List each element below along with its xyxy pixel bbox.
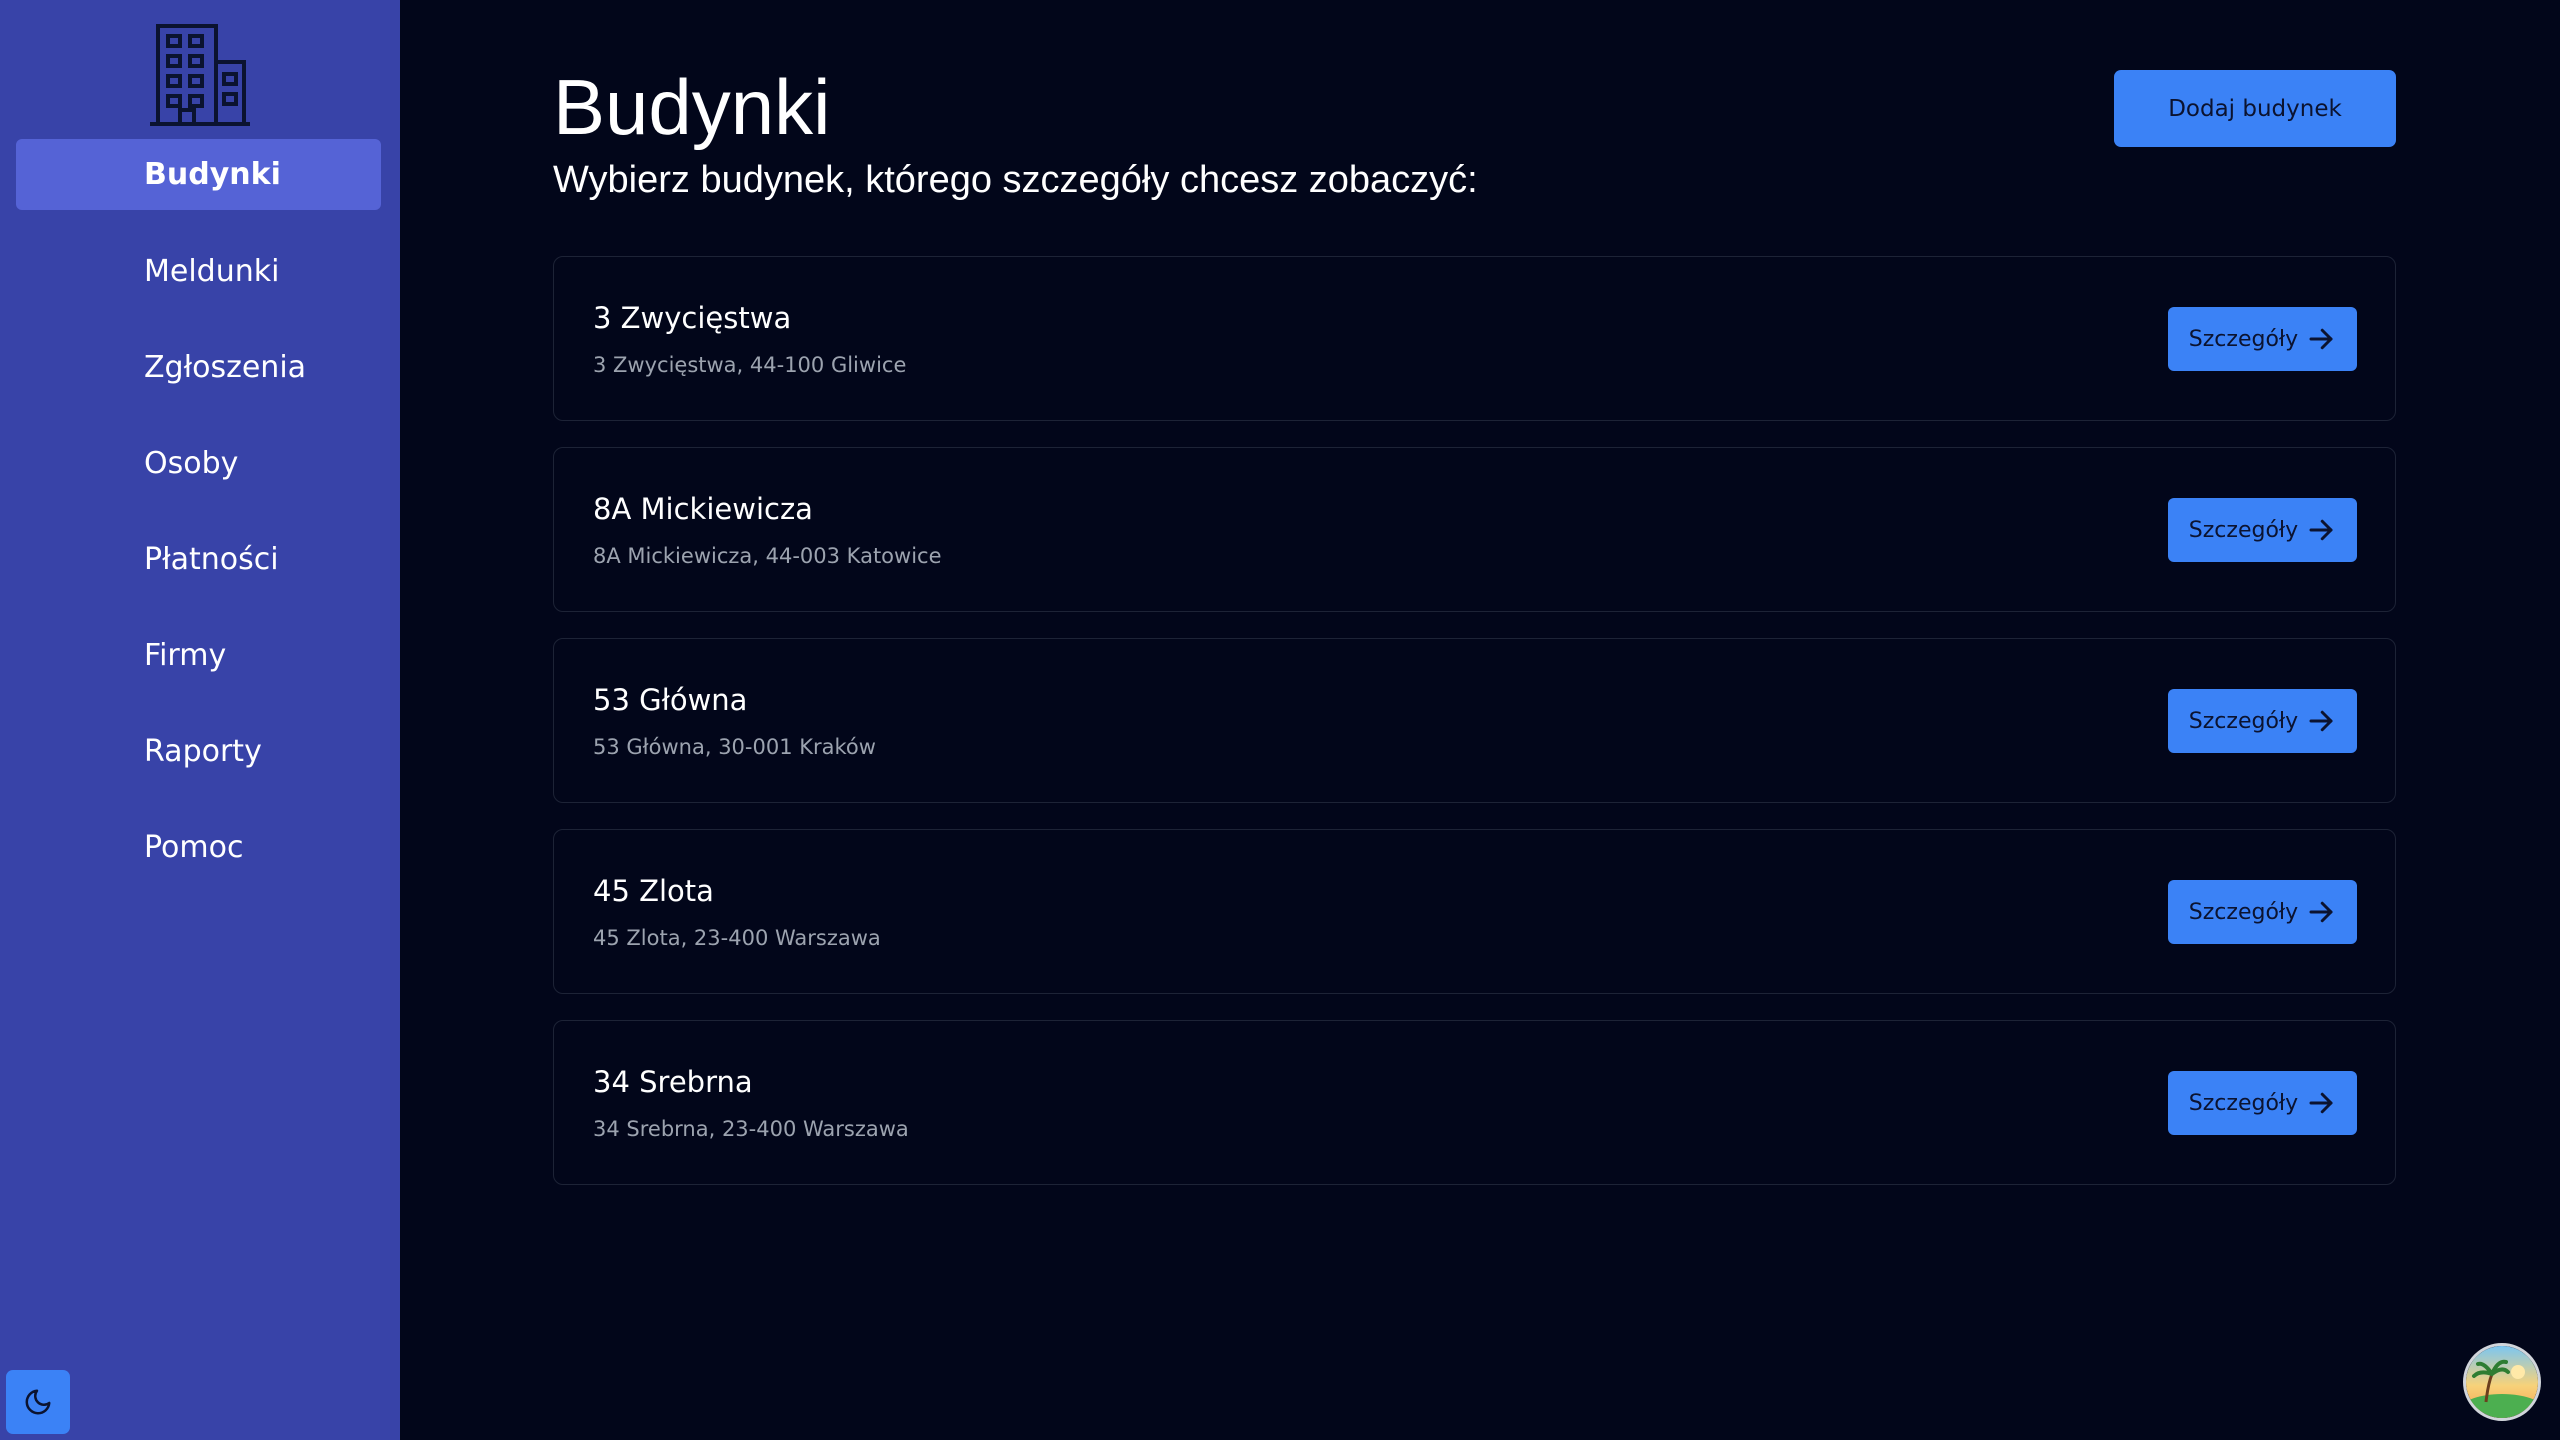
building-address: 34 Srebrna, 23-400 Warszawa [593,1117,909,1141]
building-address: 45 Zlota, 23-400 Warszawa [593,926,881,950]
details-label: Szczegóły [2188,1090,2299,1116]
building-card: 8A Mickiewicza 8A Mickiewicza, 44-003 Ka… [553,447,2396,612]
arrow-right-icon [2309,710,2333,732]
sidebar: Budynki Meldunki Zgłoszenia Osoby Płatno… [0,0,400,1440]
sidebar-item-zgloszenia[interactable]: Zgłoszenia [16,332,381,403]
add-building-button[interactable]: Dodaj budynek [2114,70,2396,147]
arrow-right-icon [2309,1092,2333,1114]
details-label: Szczegóły [2188,708,2299,734]
building-card: 45 Zlota 45 Zlota, 23-400 Warszawa Szcze… [553,829,2396,994]
sidebar-item-label: Płatności [144,542,279,577]
sidebar-item-label: Meldunki [144,254,280,289]
sidebar-item-raporty[interactable]: Raporty [16,716,381,787]
details-label: Szczegóły [2188,517,2299,543]
sidebar-item-platnosci[interactable]: Płatności [16,524,381,595]
theme-toggle-button[interactable] [6,1370,70,1434]
arrow-right-icon [2309,901,2333,923]
building-card: 3 Zwycięstwa 3 Zwycięstwa, 44-100 Gliwic… [553,256,2396,421]
avatar-image [2466,1346,2538,1418]
building-icon[interactable] [150,22,250,128]
sidebar-item-meldunki[interactable]: Meldunki [16,236,381,307]
details-label: Szczegóły [2188,326,2299,352]
sidebar-item-label: Budynki [144,157,281,192]
building-address: 53 Główna, 30-001 Kraków [593,735,876,759]
page-subtitle: Wybierz budynek, którego szczegóły chces… [553,159,1478,201]
sidebar-item-pomoc[interactable]: Pomoc [16,812,381,883]
building-address: 8A Mickiewicza, 44-003 Katowice [593,544,942,568]
moon-icon [25,1389,51,1415]
building-name: 45 Zlota [593,874,714,908]
sidebar-item-label: Firmy [144,638,227,673]
building-card: 34 Srebrna 34 Srebrna, 23-400 Warszawa S… [553,1020,2396,1185]
sidebar-item-label: Zgłoszenia [144,350,307,385]
sidebar-item-budynki[interactable]: Budynki [16,139,381,210]
sidebar-item-label: Osoby [144,446,239,481]
building-name: 53 Główna [593,683,748,717]
details-button[interactable]: Szczegóły [2168,880,2357,944]
avatar[interactable] [2463,1343,2541,1421]
arrow-right-icon [2309,519,2333,541]
details-button[interactable]: Szczegóły [2168,498,2357,562]
sidebar-item-firmy[interactable]: Firmy [16,620,381,691]
details-button[interactable]: Szczegóły [2168,307,2357,371]
sidebar-item-osoby[interactable]: Osoby [16,428,381,499]
building-name: 34 Srebrna [593,1065,753,1099]
page-title: Budynki [553,63,831,151]
details-button[interactable]: Szczegóły [2168,1071,2357,1135]
building-card: 53 Główna 53 Główna, 30-001 Kraków Szcze… [553,638,2396,803]
arrow-right-icon [2309,328,2333,350]
details-button[interactable]: Szczegóły [2168,689,2357,753]
app-root: Budynki Meldunki Zgłoszenia Osoby Płatno… [0,0,2560,1440]
building-name: 3 Zwycięstwa [593,301,792,335]
building-name: 8A Mickiewicza [593,492,813,526]
sidebar-item-label: Pomoc [144,830,244,865]
details-label: Szczegóły [2188,899,2299,925]
sidebar-item-label: Raporty [144,734,262,769]
building-address: 3 Zwycięstwa, 44-100 Gliwice [593,353,907,377]
